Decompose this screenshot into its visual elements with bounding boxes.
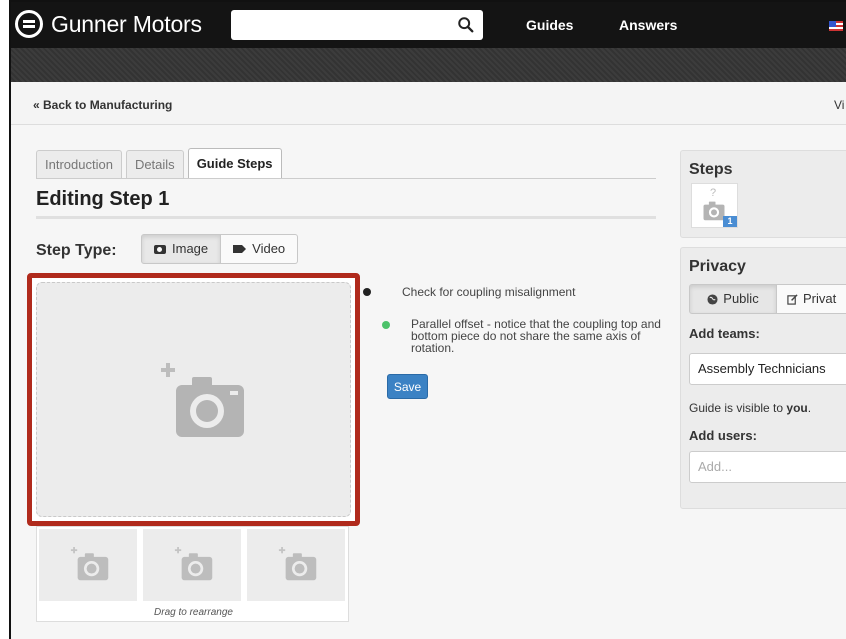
view-link[interactable]: Vi — [834, 98, 844, 112]
step-type-image-button[interactable]: Image — [141, 234, 222, 264]
edit-icon — [787, 293, 798, 305]
thumbnail-strip: Drag to rearrange — [36, 526, 349, 622]
privacy-public-button[interactable]: Public — [689, 284, 777, 314]
tab-introduction[interactable]: Introduction — [36, 150, 122, 178]
app-window: Gunner Motors Guides Answers « Back to M… — [9, 0, 846, 639]
top-header: Gunner Motors Guides Answers — [11, 2, 846, 48]
privacy-toggle: Public Privat — [689, 284, 846, 314]
nav-answers[interactable]: Answers — [619, 17, 677, 33]
back-link[interactable]: « Back to Manufacturing — [33, 98, 172, 112]
drag-note: Drag to rearrange — [154, 607, 233, 618]
step-thumbnail[interactable]: ? 1 — [691, 183, 738, 228]
globe-icon — [707, 293, 718, 305]
camera-icon — [154, 244, 166, 254]
breadcrumb: « Back to Manufacturing Vi — [11, 82, 846, 125]
thumbnail-slot[interactable] — [143, 529, 241, 601]
privacy-panel: Privacy Public Privat Add teams: Assembl… — [680, 247, 846, 509]
visibility-note: Guide is visible to you. — [689, 401, 811, 415]
steps-panel: Steps ? 1 — [680, 150, 846, 238]
search-input[interactable] — [231, 10, 483, 40]
subheader-bar — [11, 48, 846, 82]
add-photo-icon — [174, 547, 213, 581]
bullet-text[interactable]: Check for coupling misalignment — [402, 286, 672, 298]
step-type-video-button[interactable]: Video — [221, 234, 299, 264]
step-type-image-label: Image — [172, 241, 209, 256]
add-teams-label: Add teams: — [689, 326, 760, 341]
save-button[interactable]: Save — [387, 374, 428, 399]
search-icon[interactable] — [457, 16, 475, 34]
bullet-dot-green[interactable] — [382, 321, 390, 329]
step-number-badge: 1 — [723, 216, 737, 227]
privacy-public-label: Public — [723, 291, 759, 306]
team-field[interactable]: Assembly Technicians — [689, 353, 846, 385]
privacy-private-button[interactable]: Privat — [777, 284, 846, 314]
thumbnail-slot[interactable] — [247, 529, 345, 601]
flag-icon[interactable] — [829, 21, 843, 31]
main-image-placeholder — [36, 282, 351, 517]
nav-guides[interactable]: Guides — [526, 17, 573, 33]
main-image-dropzone[interactable] — [27, 273, 360, 526]
editor-tabs: Introduction Details Guide Steps — [36, 148, 282, 178]
steps-title: Steps — [689, 161, 733, 178]
tab-guide-steps[interactable]: Guide Steps — [187, 148, 282, 178]
logo-icon — [15, 10, 43, 38]
privacy-private-label: Privat — [803, 291, 837, 306]
add-users-label: Add users: — [689, 428, 757, 443]
bullet-dot-black[interactable] — [363, 288, 371, 296]
tab-details[interactable]: Details — [125, 150, 184, 178]
tab-divider — [36, 178, 656, 179]
video-icon — [233, 245, 243, 253]
bullet-text[interactable]: Parallel offset - notice that the coupli… — [411, 318, 661, 354]
brand-logo[interactable]: Gunner Motors — [15, 10, 202, 38]
thumbnail-slot[interactable] — [39, 529, 137, 601]
title-divider — [36, 216, 656, 219]
users-input[interactable]: Add... — [689, 451, 846, 483]
visibility-who: you — [786, 401, 808, 415]
add-photo-icon — [161, 363, 244, 437]
brand-name: Gunner Motors — [51, 10, 202, 37]
visibility-prefix: Guide is visible to — [689, 401, 784, 415]
privacy-title: Privacy — [689, 258, 746, 275]
page-title: Editing Step 1 — [36, 188, 170, 210]
visibility-suffix: . — [807, 401, 812, 415]
step-type-toggle: Image Video — [141, 234, 299, 264]
step-type-video-label: Video — [252, 241, 286, 256]
add-photo-icon — [278, 547, 317, 581]
step-type-label: Step Type: — [36, 242, 117, 259]
add-photo-icon — [70, 547, 109, 581]
